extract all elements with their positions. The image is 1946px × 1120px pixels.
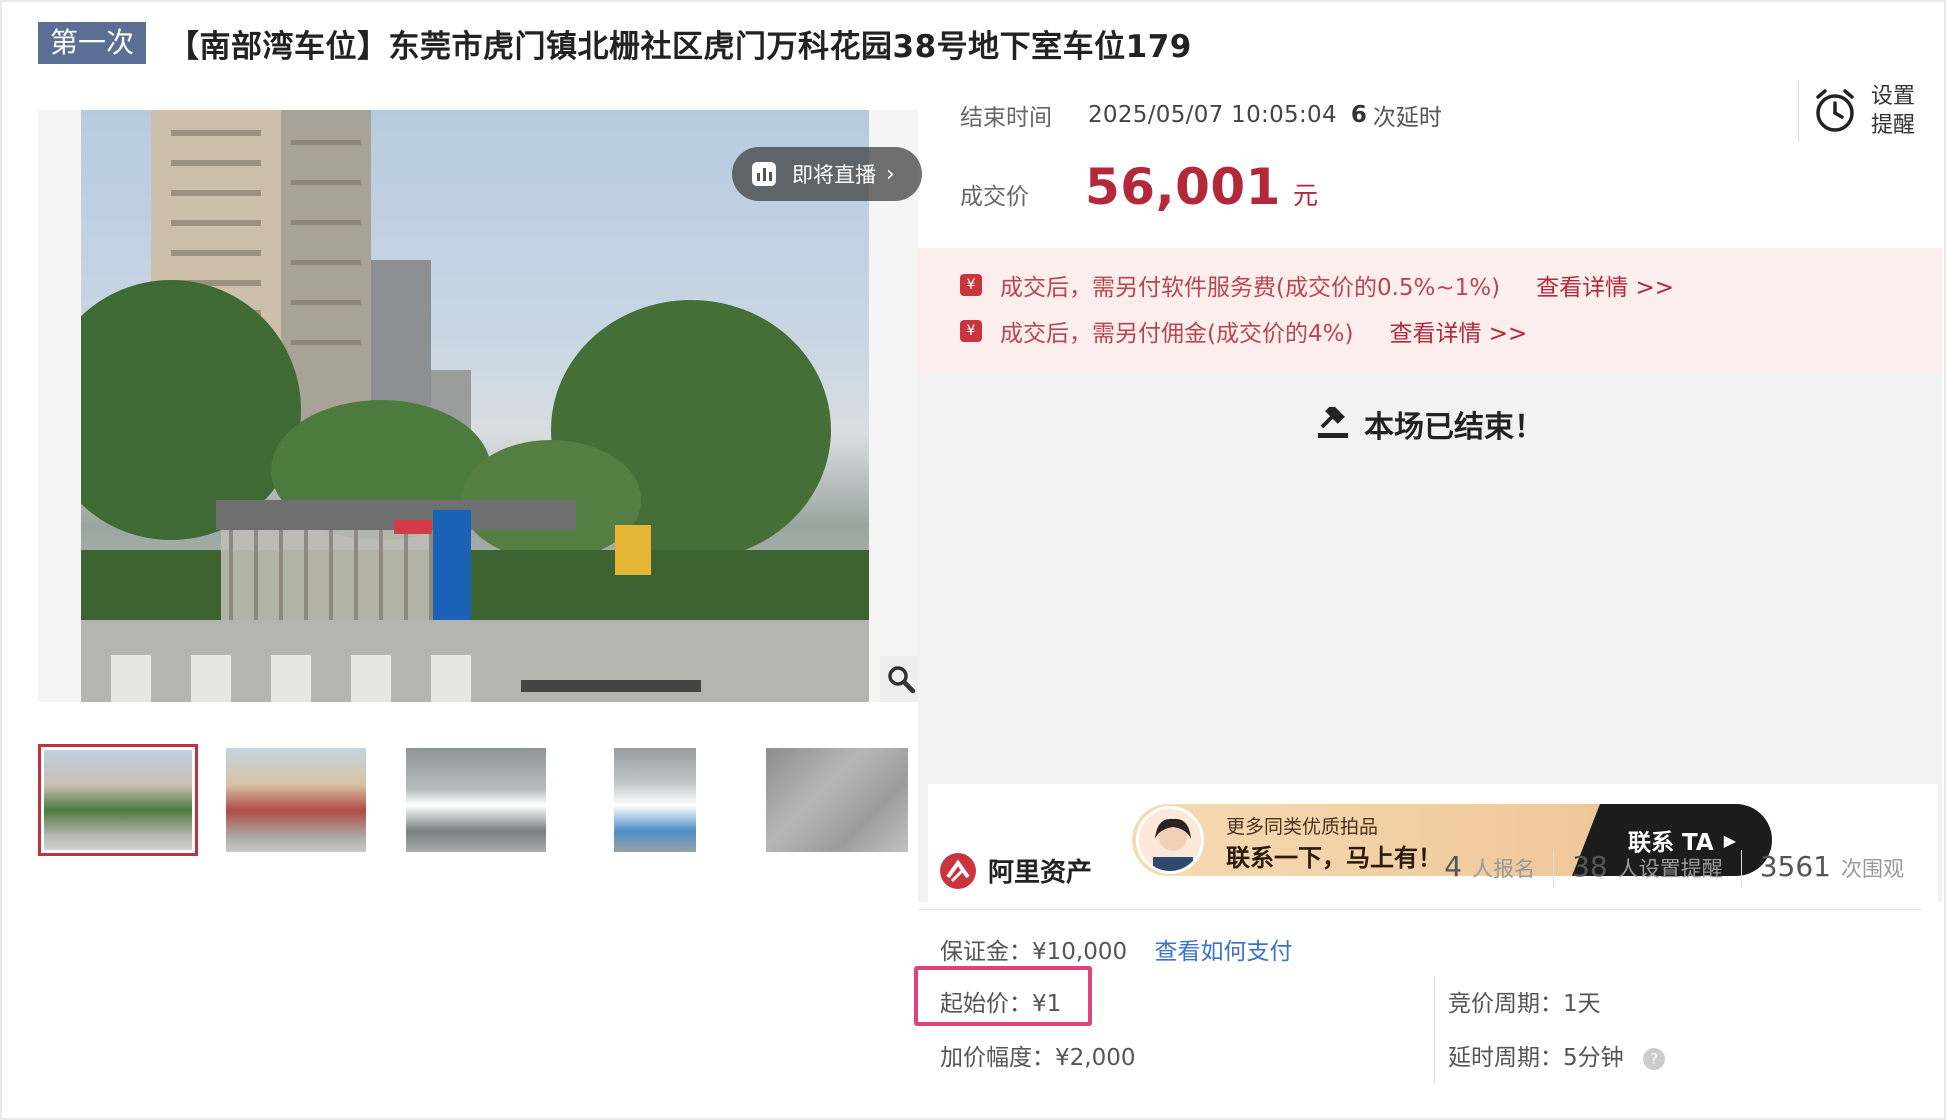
deposit-text: 保证金：¥10,000 xyxy=(940,939,1128,965)
final-price-label: 成交价 xyxy=(960,184,1029,210)
title-row: 第一次 【南部湾车位】东莞市虎门镇北栅社区虎门万科花园38号地下室车位179 xyxy=(38,20,1192,66)
brand: 阿里资产 xyxy=(940,852,1092,889)
notice-detail-link[interactable]: 查看详情 >> xyxy=(1389,314,1527,348)
end-time-label: 结束时间 xyxy=(960,105,1052,131)
live-stream-label: 即将直播 xyxy=(792,163,876,187)
auction-ended-message: 本场已结束！ xyxy=(918,402,1942,446)
thumbnail-5[interactable] xyxy=(758,744,908,856)
extension-label: 次延时 xyxy=(1372,105,1442,131)
notice-service-fee: ¥ 成交后，需另付软件服务费(成交价的0.5%~1%) 查看详情 >> xyxy=(960,268,1674,302)
end-time-value: 2025/05/07 10:05:04 xyxy=(1088,102,1337,128)
ali-assets-logo-icon xyxy=(940,852,976,889)
stat-reminders: 38 人设置提醒 xyxy=(1553,850,1741,888)
stat-views: 3561 次围观 xyxy=(1740,850,1922,888)
yen-icon: ¥ xyxy=(960,274,982,296)
page-title: 【南部湾车位】东莞市虎门镇北栅社区虎门万科花园38号地下室车位179 xyxy=(168,28,1192,65)
delay-period: 延时周期：5分钟 xyxy=(1448,1045,1624,1071)
magnifier-icon xyxy=(888,666,916,694)
stats: 4 人报名 38 人设置提醒 3561 次围观 xyxy=(1426,850,1922,888)
how-to-pay-link[interactable]: 查看如何支付 xyxy=(1154,939,1292,965)
zoom-button[interactable] xyxy=(880,656,922,702)
chevron-right-icon: › xyxy=(886,161,895,187)
help-icon[interactable]: ? xyxy=(1642,1047,1665,1070)
final-price-value: 56,001 xyxy=(1085,158,1281,216)
thumbnail-1[interactable] xyxy=(38,744,198,856)
end-time-row: 结束时间 2025/05/07 10:05:04 6 次延时 xyxy=(960,98,1442,132)
bid-increment: 加价幅度：¥2,000 xyxy=(940,1045,1136,1071)
stat-number: 38 xyxy=(1572,850,1608,883)
delay-period-row: 延时周期：5分钟 ? xyxy=(1448,1038,1665,1072)
yen-icon: ¥ xyxy=(960,320,982,342)
thumbnail-3[interactable] xyxy=(398,744,558,856)
stat-registered: 4 人报名 xyxy=(1426,850,1553,888)
notice-text: 成交后，需另付佣金(成交价的4%) xyxy=(1000,321,1354,347)
stat-label: 人设置提醒 xyxy=(1617,857,1723,881)
extension-count: 6 xyxy=(1350,102,1367,128)
final-price-row: 成交价 56,001 元 xyxy=(960,158,1318,216)
alarm-clock-icon xyxy=(1816,89,1854,132)
final-price-unit: 元 xyxy=(1292,181,1318,210)
live-stream-button[interactable]: 即将直播 › xyxy=(732,147,922,201)
fee-notice-box: ¥ 成交后，需另付软件服务费(成交价的0.5%~1%) 查看详情 >> ¥ 成交… xyxy=(918,248,1942,372)
notice-commission: ¥ 成交后，需另付佣金(成交价的4%) 查看详情 >> xyxy=(960,314,1527,348)
set-reminder-button[interactable]: 设置提醒 xyxy=(1798,80,1942,142)
stat-number: 4 xyxy=(1444,850,1463,883)
ended-text: 本场已结束！ xyxy=(1364,410,1544,445)
round-badge: 第一次 xyxy=(38,22,147,64)
brand-stats-row: 阿里资产 4 人报名 38 人设置提醒 3561 次围观 xyxy=(918,830,1922,910)
stat-label: 次围观 xyxy=(1841,857,1904,881)
brand-name: 阿里资产 xyxy=(988,858,1093,888)
thumbnail-4[interactable] xyxy=(578,744,738,856)
start-price-highlight xyxy=(914,966,1092,1026)
chart-bars-icon xyxy=(752,162,776,186)
gavel-icon xyxy=(1318,407,1348,438)
stat-label: 人报名 xyxy=(1472,857,1536,881)
deposit-row: 保证金：¥10,000 查看如何支付 xyxy=(940,932,1292,966)
notice-text: 成交后，需另付软件服务费(成交价的0.5%~1%) xyxy=(1000,275,1501,301)
notice-detail-link[interactable]: 查看详情 >> xyxy=(1536,268,1674,302)
auction-ended-area: 本场已结束！ 更多同类优质拍品 联系一下，马上有！ 联系 TA ▶ xyxy=(918,372,1942,902)
reminder-label: 设置提醒 xyxy=(1871,84,1916,138)
stat-number: 3561 xyxy=(1759,850,1831,883)
thumbnail-2[interactable] xyxy=(218,744,378,856)
details-divider xyxy=(1434,976,1435,1084)
bid-period: 竞价周期：1天 xyxy=(1448,991,1601,1017)
